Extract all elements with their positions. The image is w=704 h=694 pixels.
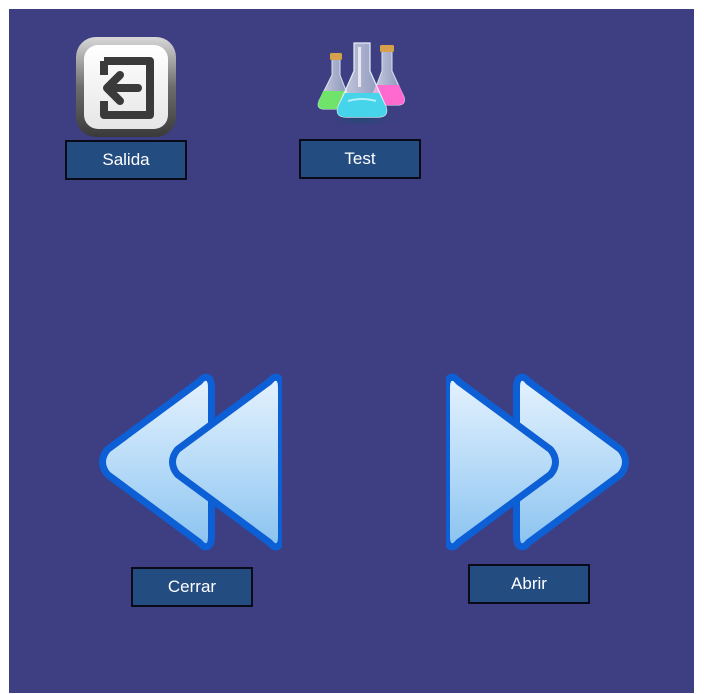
- chemistry-flasks-icon[interactable]: [314, 39, 410, 129]
- close-button[interactable]: Cerrar: [131, 567, 253, 607]
- main-screen: Salida Test Cerrar Abrir: [9, 9, 694, 693]
- exit-button[interactable]: Salida: [65, 140, 187, 180]
- double-chevron-left-icon[interactable]: [98, 370, 282, 554]
- open-button[interactable]: Abrir: [468, 564, 590, 604]
- exit-icon[interactable]: [74, 35, 178, 139]
- test-button[interactable]: Test: [299, 139, 421, 179]
- double-chevron-right-icon[interactable]: [446, 370, 630, 554]
